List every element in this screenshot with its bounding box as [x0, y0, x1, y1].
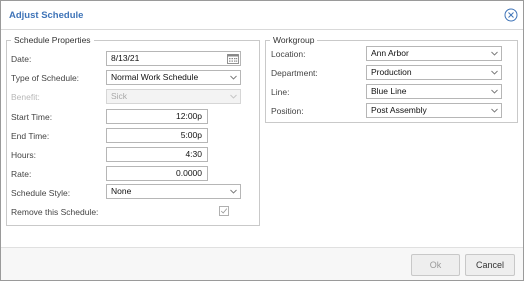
chevron-down-icon: [491, 89, 498, 94]
date-value: 8/13/21: [111, 53, 140, 63]
start-time-input[interactable]: 12:00p: [106, 109, 208, 124]
remove-schedule-checkbox[interactable]: [219, 206, 229, 216]
cancel-button[interactable]: Cancel: [465, 254, 515, 276]
date-input[interactable]: 8/13/21: [106, 51, 241, 66]
rate-input[interactable]: 0.0000: [106, 166, 208, 181]
hours-label: Hours:: [11, 150, 37, 160]
date-label: Date:: [11, 54, 32, 64]
position-value: Post Assembly: [371, 105, 427, 115]
chevron-down-icon: [491, 51, 498, 56]
chevron-down-icon: [230, 75, 237, 80]
chevron-down-icon: [230, 189, 237, 194]
schedule-style-label: Schedule Style:: [11, 188, 71, 198]
dialog-title: Adjust Schedule: [9, 10, 84, 21]
type-of-schedule-value: Normal Work Schedule: [111, 72, 199, 82]
line-value: Blue Line: [371, 86, 407, 96]
chevron-down-icon: [491, 70, 498, 75]
location-value: Ann Arbor: [371, 48, 409, 58]
location-select[interactable]: Ann Arbor: [366, 46, 502, 61]
schedule-style-select[interactable]: None: [106, 184, 241, 199]
ok-button[interactable]: Ok: [411, 254, 460, 276]
line-select[interactable]: Blue Line: [366, 84, 502, 99]
benefit-label: Benefit:: [11, 92, 40, 102]
end-time-input[interactable]: 5:00p: [106, 128, 208, 143]
start-time-label: Start Time:: [11, 112, 53, 122]
remove-schedule-label: Remove this Schedule:: [11, 207, 99, 217]
schedule-properties-legend: Schedule Properties: [14, 35, 91, 45]
position-select[interactable]: Post Assembly: [366, 103, 502, 118]
close-icon[interactable]: [504, 8, 518, 22]
department-select[interactable]: Production: [366, 65, 502, 80]
type-of-schedule-label: Type of Schedule:: [11, 73, 80, 83]
checkmark-icon: [220, 208, 228, 214]
rate-label: Rate:: [11, 169, 32, 179]
department-value: Production: [371, 67, 412, 77]
workgroup-legend: Workgroup: [273, 35, 315, 45]
schedule-style-value: None: [111, 186, 132, 196]
dialog-footer: Ok Cancel: [1, 247, 523, 280]
calendar-icon[interactable]: [227, 53, 239, 64]
dialog-title-bar: Adjust Schedule: [1, 1, 523, 30]
chevron-down-icon: [230, 94, 237, 99]
end-time-label: End Time:: [11, 131, 50, 141]
hours-input[interactable]: 4:30: [106, 147, 208, 162]
benefit-select: Sick: [106, 89, 241, 104]
location-label: Location:: [271, 49, 306, 59]
type-of-schedule-select[interactable]: Normal Work Schedule: [106, 70, 241, 85]
position-label: Position:: [271, 106, 304, 116]
department-label: Department:: [271, 68, 318, 78]
chevron-down-icon: [491, 108, 498, 113]
adjust-schedule-dialog: Adjust Schedule Schedule Properties Date…: [0, 0, 524, 281]
line-label: Line:: [271, 87, 290, 97]
benefit-value: Sick: [111, 91, 128, 101]
